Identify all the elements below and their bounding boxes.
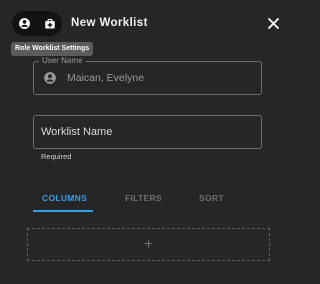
active-tab-indicator: [33, 210, 93, 212]
plus-icon: +: [143, 235, 154, 253]
required-helper-text: Required: [41, 152, 72, 161]
tab-filters[interactable]: FILTERS: [125, 193, 162, 204]
role-worklist-toggle[interactable]: [37, 11, 62, 36]
new-worklist-dialog: New Worklist Role Worklist Settings User…: [0, 0, 294, 284]
close-icon[interactable]: [266, 16, 281, 31]
tab-columns[interactable]: COLUMNS: [42, 193, 87, 204]
personal-worklist-toggle[interactable]: [12, 11, 37, 36]
role-worklist-settings-tooltip: Role Worklist Settings: [11, 42, 94, 56]
account-circle-icon: [19, 18, 30, 29]
add-column-button[interactable]: +: [27, 228, 270, 261]
user-name-label: User Name: [39, 56, 86, 66]
dialog-title: New Worklist: [71, 17, 148, 29]
user-name-field: User Name Maican, Evelyne: [33, 56, 262, 95]
worklist-name-input[interactable]: [41, 116, 251, 148]
tab-sort[interactable]: SORT: [199, 193, 224, 204]
role-toggle-group: [12, 11, 62, 36]
worklist-name-field[interactable]: [33, 115, 262, 149]
user-name-value: Maican, Evelyne: [67, 72, 145, 84]
medical-bag-icon: [44, 18, 55, 28]
account-circle-icon: [44, 72, 56, 84]
